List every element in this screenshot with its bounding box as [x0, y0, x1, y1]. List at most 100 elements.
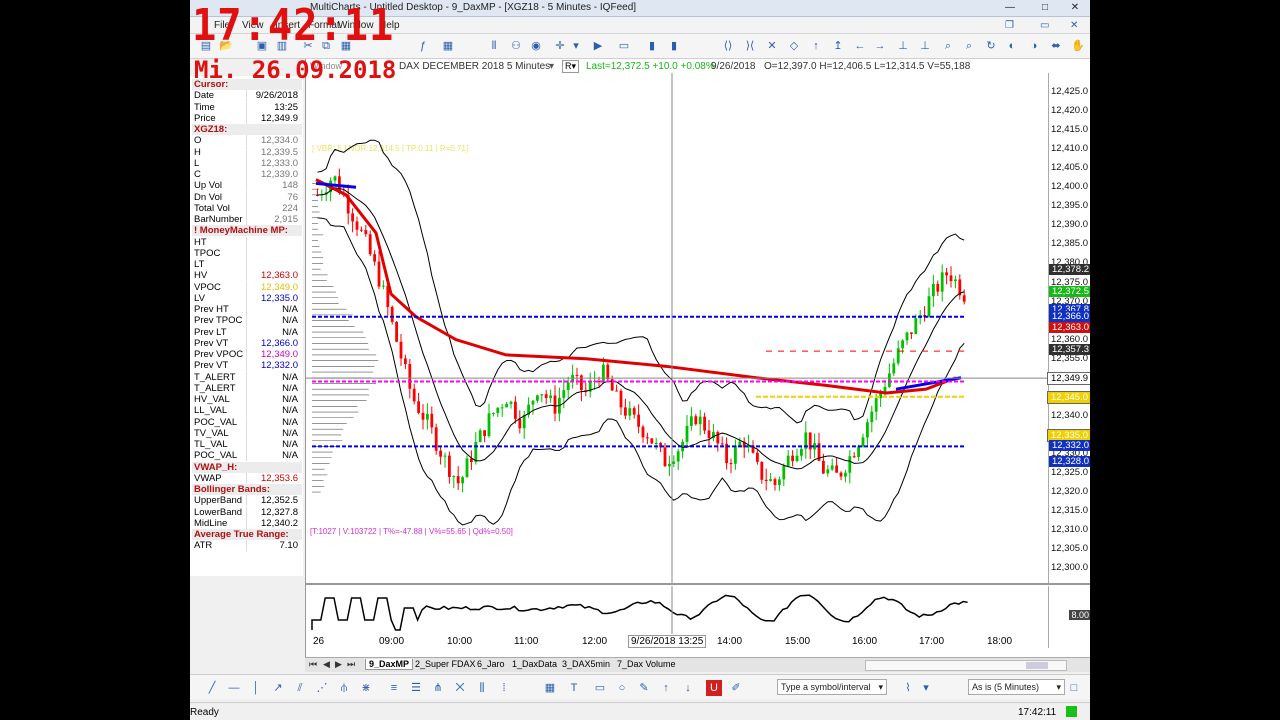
tab-nav-next-icon[interactable]: ▶ [335, 659, 342, 670]
fib-time-icon[interactable]: ⋔ [430, 680, 446, 696]
cursor-mode-icon[interactable]: ✛ [552, 38, 568, 54]
time-axis[interactable]: 26 09:00 10:00 11:00 12:00 14:00 15:00 16:00 17:… [306, 634, 1048, 648]
eraser-icon[interactable]: ✐ [728, 680, 744, 696]
ellipse-icon[interactable]: ○ [614, 680, 630, 696]
scale2-icon[interactable]: ⊥ [917, 38, 933, 54]
tab-1-daxdata[interactable]: 1_DaxData [512, 659, 557, 669]
refresh-icon[interactable]: ↻ [983, 38, 999, 54]
chevron-down-icon[interactable]: ▾ [918, 680, 934, 696]
close-button[interactable]: ✕ [1065, 1, 1085, 14]
minimize-button[interactable]: — [1000, 1, 1020, 14]
dropdown-icon[interactable]: ▾ [549, 61, 554, 72]
candle-body [914, 318, 917, 334]
arrow-down-draw-icon[interactable]: ↓ [680, 680, 696, 696]
indicator-pane[interactable] [306, 586, 1048, 634]
hand-icon[interactable]: ✋ [1070, 38, 1086, 54]
chart-mode-icon[interactable]: ⌇ [900, 680, 916, 696]
data-row: H 12,339.5 [192, 147, 302, 158]
screen-icon[interactable]: ▭ [616, 38, 632, 54]
candle-body [928, 296, 931, 316]
arrow-right-icon[interactable]: → [872, 38, 888, 54]
price-chart[interactable]: [ VBR: 5 ] NOR:12,314.5 | TP:0.11 | R=0.… [306, 73, 1048, 583]
tab-2-super-fdax[interactable]: 2_Super FDAX [415, 659, 476, 669]
tab-7-dax-volume[interactable]: 7_Dax Volume [617, 659, 676, 669]
cross-icon[interactable]: ✕ [764, 38, 780, 54]
chevron-down-icon[interactable]: ▾ [1056, 680, 1061, 694]
expand-icon[interactable]: ⬌ [1048, 38, 1064, 54]
close-child-icon[interactable]: ✕ [1070, 20, 1078, 31]
candle-body [857, 446, 860, 457]
magnet-icon[interactable]: U [706, 680, 722, 696]
price-marker: 12,349.9 [1047, 372, 1090, 385]
toggle2-icon[interactable]: ◑ [1026, 38, 1042, 54]
scroll-thumb[interactable] [1026, 662, 1048, 669]
insert-study-icon[interactable]: ƒ [415, 38, 431, 54]
cycle-icon[interactable]: ⁞ [496, 680, 512, 696]
gann-icon[interactable]: ⋇ [358, 680, 374, 696]
tab-nav-first-icon[interactable]: ⏮ [309, 659, 317, 670]
chart-area[interactable]: Window DAX DECEMBER 2018 5 Minutes ▾ R▾ … [305, 59, 1090, 657]
time-tick-label: 26 [313, 636, 324, 647]
link-icon[interactable]: ⚇ [508, 38, 524, 54]
realtime-toggle[interactable]: R▾ [562, 60, 579, 73]
candle-icon[interactable]: ▮ [666, 38, 682, 54]
zoom-in-icon[interactable]: ⟩⟨ [742, 38, 758, 54]
replay-icon[interactable]: ▶ [590, 38, 606, 54]
blank-icon[interactable]: □ [1066, 680, 1082, 696]
arrow-up2-icon[interactable]: ↥ [830, 38, 846, 54]
tab-9-daxmp[interactable]: 9_DaxMP [365, 659, 413, 670]
candle-body [791, 456, 794, 461]
grid-draw-icon[interactable]: ▦ [542, 680, 558, 696]
zoom-out-icon[interactable]: ⟨⟩ [720, 38, 736, 54]
data-row-value: N/A [282, 327, 298, 338]
tab-nav-prev-icon[interactable]: ◀ [323, 659, 330, 670]
grid-icon[interactable]: ▦ [440, 38, 456, 54]
scale-icon[interactable]: ⊥ [895, 38, 911, 54]
color-icon[interactable]: ◉ [528, 38, 544, 54]
chevron-down-icon[interactable]: ▾ [568, 38, 584, 54]
fib-icon[interactable]: ≡ [386, 680, 402, 696]
arrow-up-icon[interactable]: ↑ [808, 38, 824, 54]
drawing-toolbar: Type a symbol/interval ▾ As is (5 Minutes… [190, 674, 1090, 699]
bar-type-icon[interactable]: ⫴ [486, 38, 502, 54]
arrow-left-icon[interactable]: ← [852, 38, 868, 54]
candle-body [853, 456, 856, 457]
arrow-draw-icon[interactable]: ↑ [658, 680, 674, 696]
maximize-button[interactable]: □ [1035, 1, 1055, 14]
data-row: Prev TPOC N/A [192, 315, 302, 326]
interval-select[interactable]: As is (5 Minutes) ▾ [968, 679, 1065, 695]
pen-icon[interactable]: ✎ [636, 680, 652, 696]
min-child-icon[interactable]: ▭ [1040, 20, 1049, 31]
data-row-key: LT [194, 259, 204, 270]
horizontal-line-icon[interactable]: ― [226, 680, 242, 696]
column-divider [246, 450, 247, 461]
tab-nav-last-icon[interactable]: ⏭ [347, 659, 355, 670]
pitchfork-icon[interactable]: ⫛ [336, 680, 352, 696]
ray-icon[interactable]: ↗ [270, 680, 286, 696]
andrews-icon[interactable]: ⨉ [452, 680, 468, 696]
data-row-key: Prev VT [194, 360, 228, 371]
data-row-key: LL_VAL [194, 405, 227, 416]
horizontal-scrollbar[interactable] [865, 660, 1067, 671]
toggle-icon[interactable]: ◐ [1004, 38, 1020, 54]
magnify-icon[interactable]: ⌕ [940, 38, 956, 54]
tab-6-jaro[interactable]: 6_Jaro [477, 659, 505, 669]
pane-separator[interactable] [306, 583, 1090, 585]
fib-ext-icon[interactable]: ☰ [408, 680, 424, 696]
restore-icon[interactable]: ❐ [1005, 20, 1014, 31]
diamond-icon[interactable]: ◇ [786, 38, 802, 54]
channel-icon[interactable]: ⫽ [292, 680, 308, 696]
speed-icon[interactable]: ⫼ [474, 680, 490, 696]
vertical-line-icon[interactable]: │ [248, 680, 264, 696]
tab-3-dax5min[interactable]: 3_DAX5min [562, 659, 610, 669]
bars-icon[interactable]: ▮ [644, 38, 660, 54]
symbol-input[interactable]: Type a symbol/interval ▾ [777, 679, 887, 695]
rectangle-icon[interactable]: ▭ [592, 680, 608, 696]
zoom-icon[interactable]: ⌕ [961, 38, 977, 54]
trend-line-icon[interactable]: ╱ [204, 680, 220, 696]
candle-body [646, 437, 649, 438]
text-icon[interactable]: T [566, 680, 582, 696]
chevron-down-icon[interactable]: ▾ [878, 680, 883, 694]
price-axis[interactable]: 12,425.0 12,420.0 12,415.0 12,410.0 12,405.0… [1048, 73, 1090, 583]
fib-fan-icon[interactable]: ⋰ [314, 680, 330, 696]
